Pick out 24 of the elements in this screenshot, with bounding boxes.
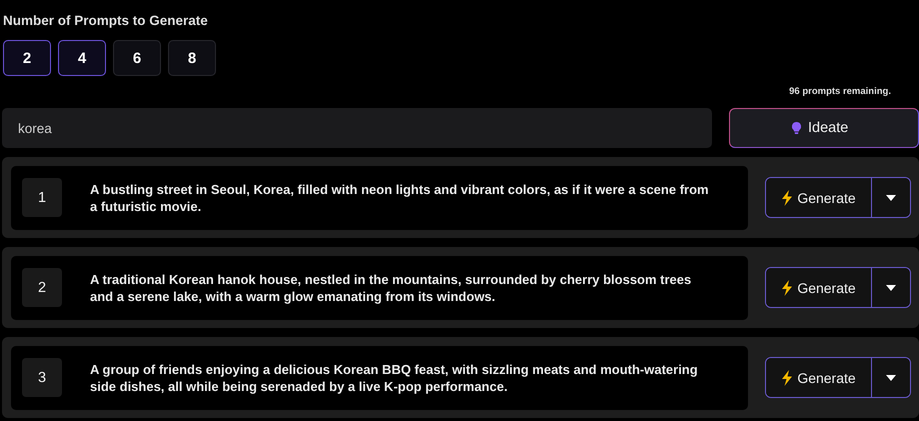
generate-button[interactable]: Generate	[766, 268, 872, 307]
caret-icon	[886, 374, 896, 380]
prompt-number: 1	[22, 178, 62, 217]
lightning-icon	[781, 370, 794, 386]
generate-button[interactable]: Generate	[766, 358, 872, 397]
ideate-button[interactable]: Ideate	[729, 108, 919, 148]
prompt-number: 3	[22, 358, 62, 397]
count-label: Number of Prompts to Generate	[3, 13, 208, 28]
caret-icon	[886, 284, 896, 290]
prompt-text: A group of friends enjoying a delicious Korean BBQ feast, with sizzling meats and mouth-watering side dishes, all while being serenaded by a live K-pop performance.	[90, 360, 699, 394]
lightning-icon	[781, 280, 794, 296]
count-option[interactable]: 6	[113, 40, 161, 76]
topic-input-field[interactable]: korea	[2, 108, 712, 148]
lightbulb-icon	[792, 122, 801, 134]
count-option[interactable]: 4	[58, 40, 106, 76]
prompts-remaining: 96 prompts remaining.	[789, 86, 891, 99]
generate-button[interactable]: Generate	[766, 178, 872, 217]
count-option[interactable]: 2	[3, 40, 51, 76]
count-option[interactable]: 8	[168, 40, 216, 76]
caret-icon	[886, 194, 896, 200]
prompt-text: A traditional Korean hanok house, nestled in the mountains, surrounded by cherry blossom trees and a serene lake, with a warm glow emanating from its windows.	[90, 270, 692, 304]
prompt-number: 2	[22, 268, 62, 307]
lightning-icon	[781, 190, 794, 206]
prompt-text: A bustling street in Seoul, Korea, filled with neon lights and vibrant colors, as if it were a scene from a futuristic movie.	[90, 180, 710, 214]
